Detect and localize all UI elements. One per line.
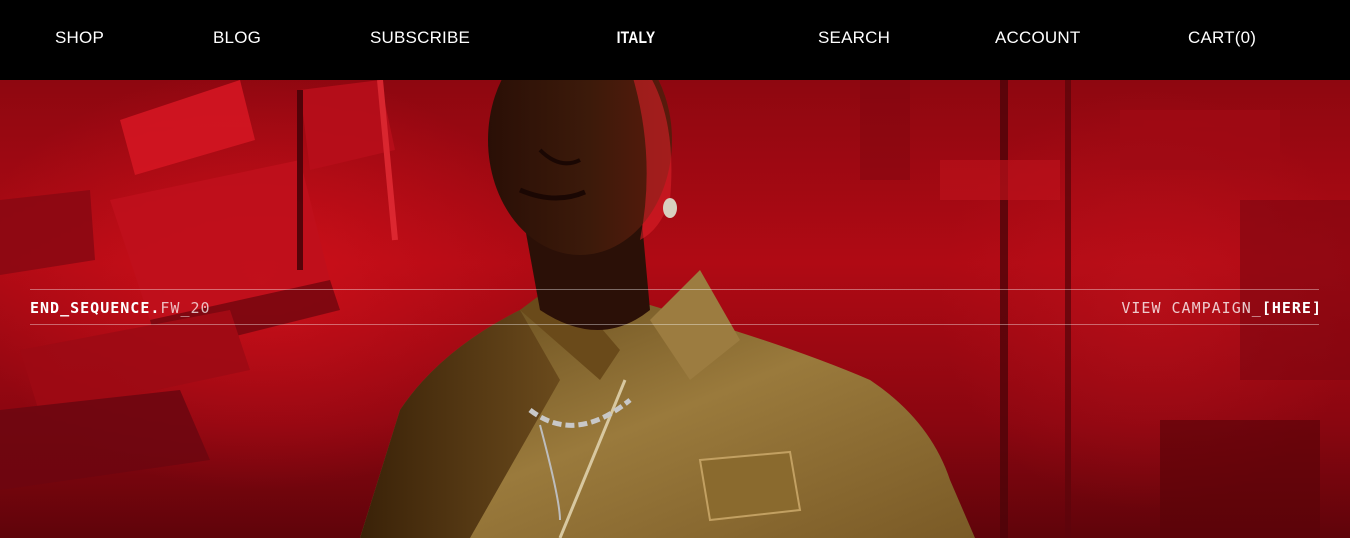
- nav-cart-link[interactable]: CART(0): [1188, 28, 1256, 48]
- view-campaign-link[interactable]: VIEW CAMPAIGN_[HERE]: [1121, 299, 1322, 317]
- nav-subscribe-link[interactable]: SUBSCRIBE: [370, 28, 470, 48]
- brand-logo[interactable]: ITALY: [579, 28, 694, 48]
- nav-blog-link[interactable]: BLOG: [213, 28, 261, 48]
- campaign-prefix-text: VIEW CAMPAIGN_: [1121, 299, 1262, 317]
- sequence-season-text: FW_20: [160, 299, 211, 317]
- top-navigation: SHOP BLOG SUBSCRIBE ITALY SEARCH ACCOUNT…: [0, 0, 1350, 80]
- overlay-divider-top: [30, 289, 1319, 290]
- sequence-main-text: END_SEQUENCE.: [30, 299, 161, 317]
- campaign-here-link[interactable]: [HERE]: [1262, 299, 1322, 317]
- overlay-divider-bottom: [30, 324, 1319, 325]
- nav-shop-link[interactable]: SHOP: [55, 28, 104, 48]
- nav-account-link[interactable]: ACCOUNT: [995, 28, 1080, 48]
- nav-search-link[interactable]: SEARCH: [818, 28, 890, 48]
- page: SHOP BLOG SUBSCRIBE ITALY SEARCH ACCOUNT…: [0, 0, 1350, 538]
- sequence-caption: END_SEQUENCE.FW_20: [30, 299, 211, 317]
